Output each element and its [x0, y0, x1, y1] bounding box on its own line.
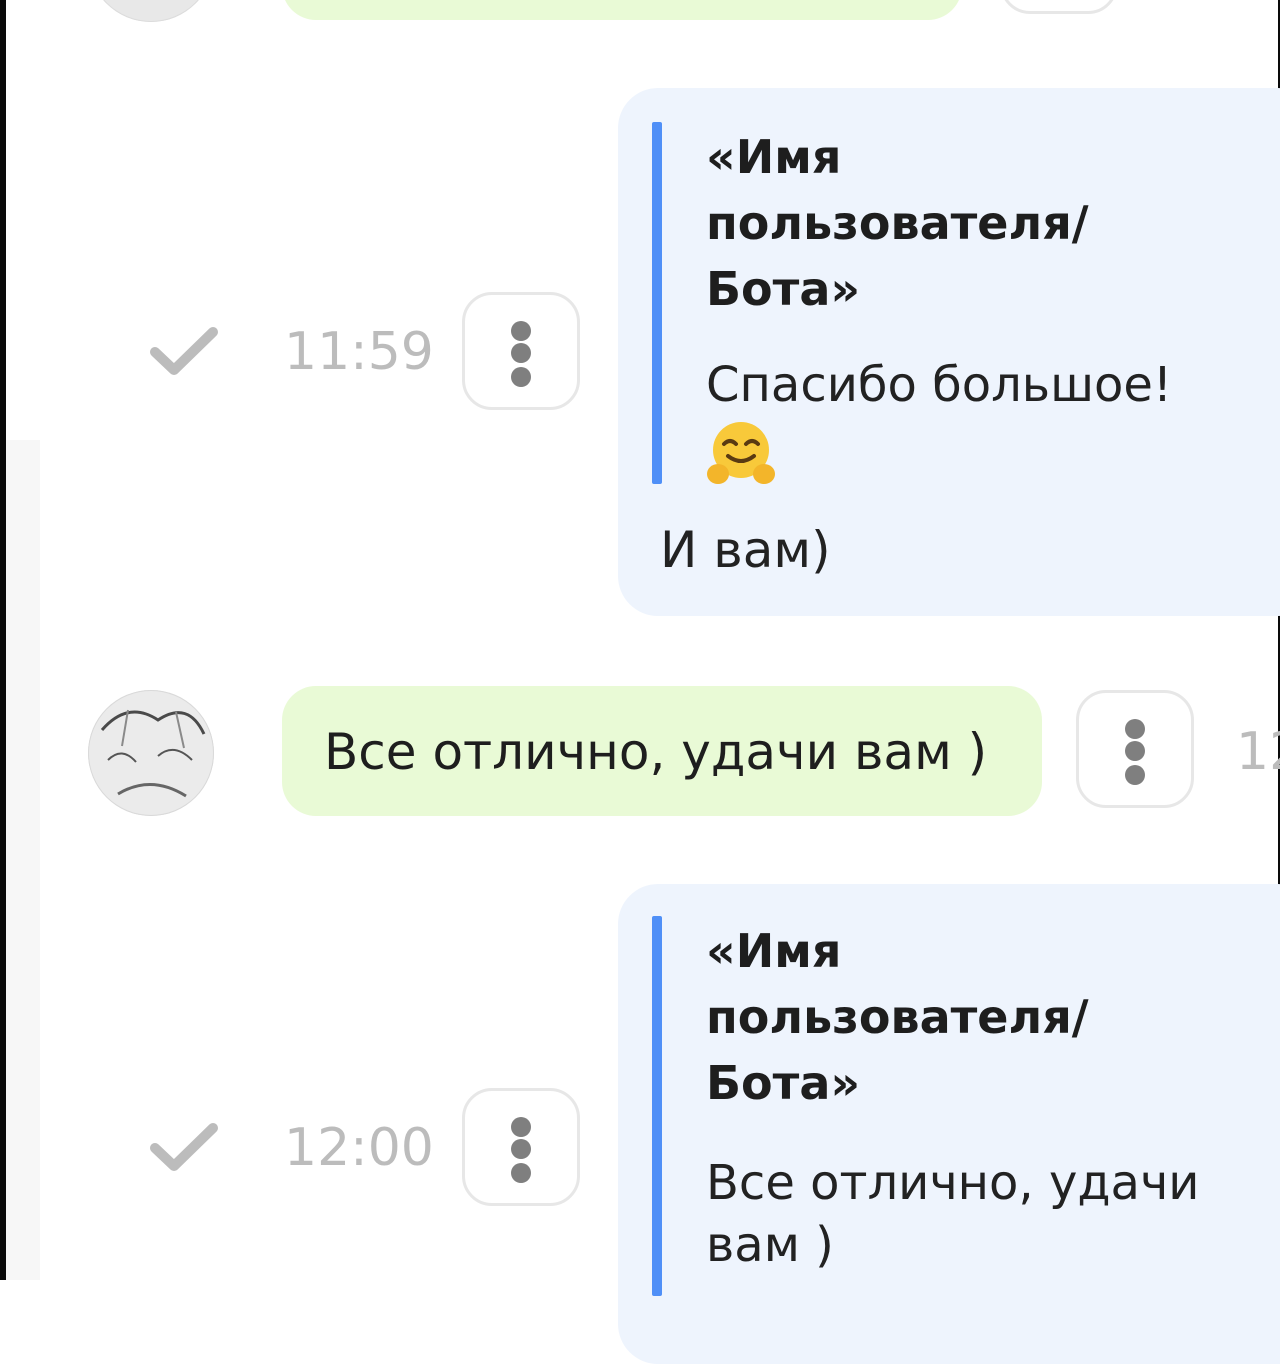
message-menu-button[interactable] [462, 292, 580, 410]
quote-text: Все отлично, удачи вам ) [706, 1155, 1200, 1273]
message-menu-button[interactable] [1076, 690, 1194, 808]
message-menu-button[interactable] [462, 1088, 580, 1206]
menu-dot [1125, 765, 1145, 785]
message-menu-button[interactable] [1000, 0, 1118, 14]
menu-dot [511, 1163, 531, 1183]
message-time: 11:59 [284, 322, 434, 382]
message-time: 12:00 [284, 1118, 434, 1178]
incoming-message-bubble[interactable] [282, 0, 962, 20]
menu-dot [1125, 741, 1145, 761]
menu-dot [511, 367, 531, 387]
more-vertical-icon [511, 321, 531, 341]
avatar[interactable] [88, 0, 214, 22]
left-shade [6, 440, 40, 1280]
quote-author: «Имя пользователя/ Бота» [706, 924, 1089, 1110]
more-vertical-icon [1125, 719, 1145, 739]
quote-bar [652, 122, 662, 484]
avatar[interactable] [88, 690, 214, 816]
hugging-face-emoji [706, 420, 776, 486]
check-icon [150, 1122, 218, 1178]
message-time: 12 [1236, 722, 1280, 782]
more-vertical-icon [511, 1117, 531, 1137]
quote-text: Спасибо большое! [706, 357, 1173, 413]
menu-dot [511, 343, 531, 363]
message-text: Все отлично, удачи вам ) [324, 723, 988, 781]
menu-dot [511, 1139, 531, 1159]
check-icon [150, 326, 218, 382]
quote-author: «Имя пользователя/ Бота» [706, 130, 1089, 316]
message-text: И вам) [660, 521, 831, 579]
quote-bar [652, 916, 662, 1296]
